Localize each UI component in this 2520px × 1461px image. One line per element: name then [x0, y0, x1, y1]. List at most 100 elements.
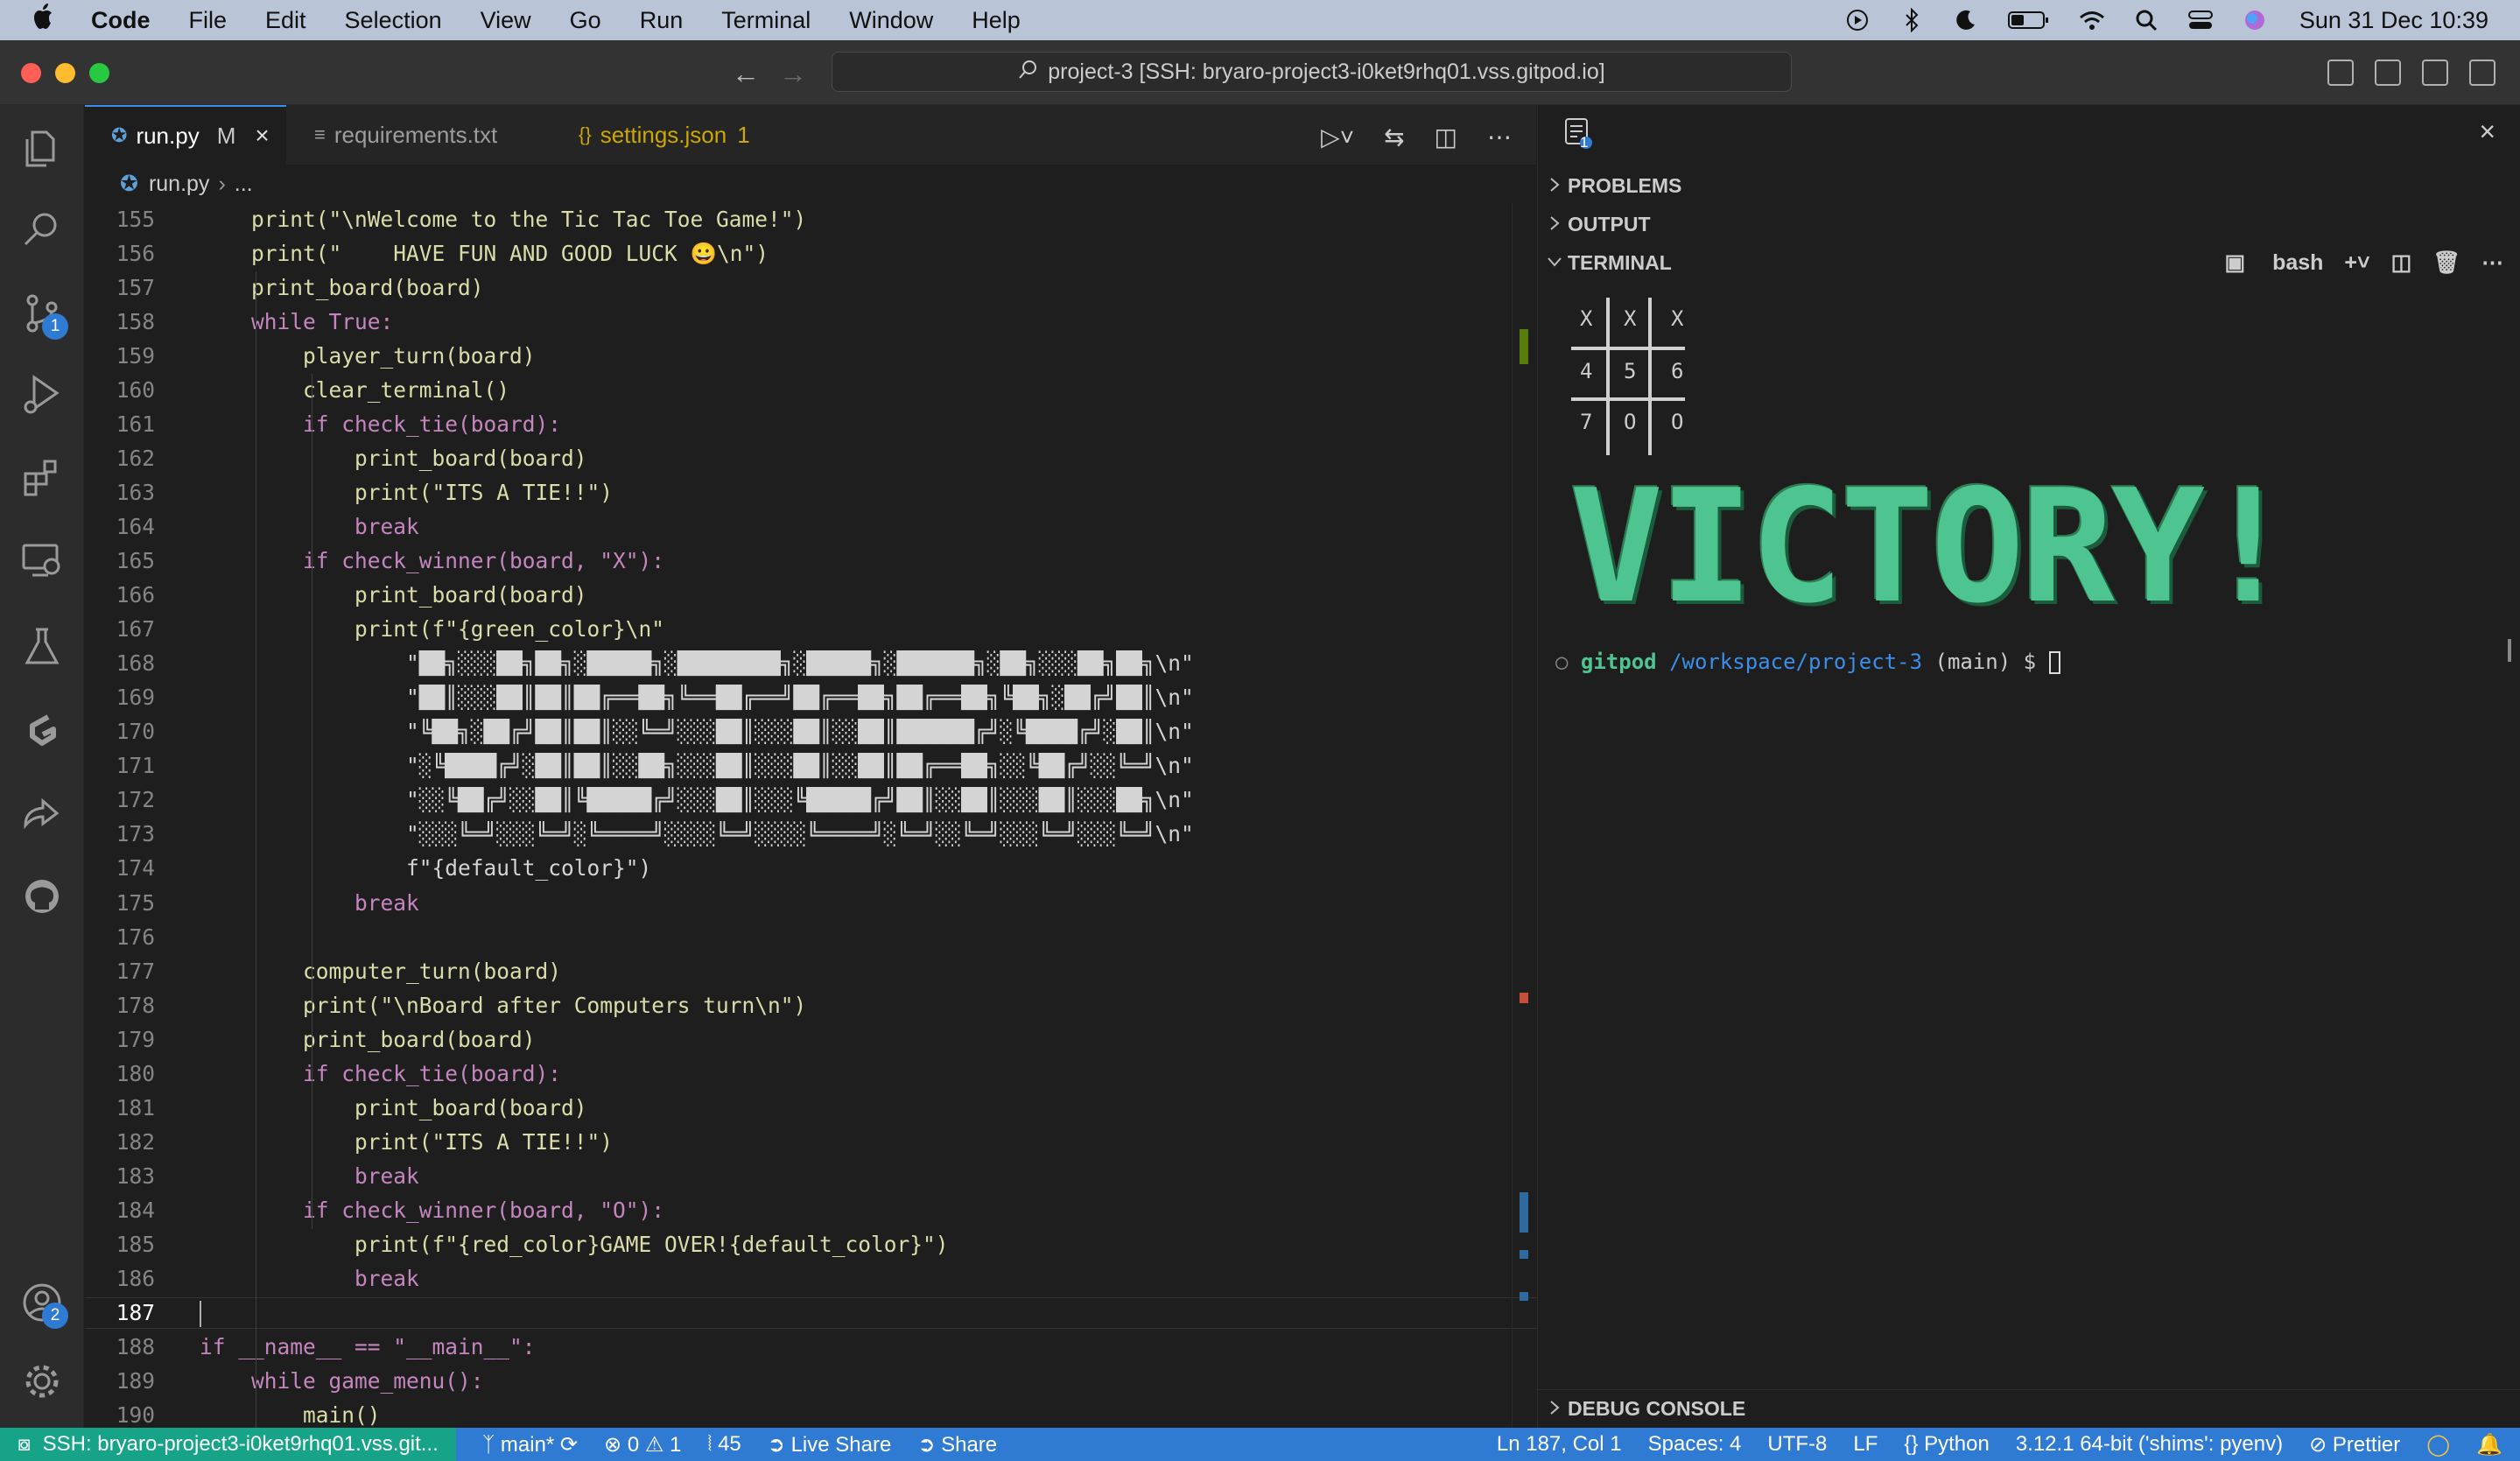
menu-selection[interactable]: Selection	[345, 7, 442, 34]
terminal-scrollbar[interactable]	[2508, 639, 2511, 662]
code-line[interactable]: 174 f"{default_color}")	[85, 853, 1538, 884]
code-line[interactable]: 186 break	[85, 1263, 1538, 1295]
menu-file[interactable]: File	[189, 7, 228, 34]
testing-flask-icon[interactable]	[18, 622, 67, 671]
sync-icon[interactable]: ⟳	[560, 1433, 578, 1457]
wifi-icon[interactable]	[2079, 8, 2105, 32]
open-changes-icon[interactable]: ⇆	[1384, 123, 1404, 151]
code-line[interactable]: 187	[85, 1296, 1538, 1329]
toggle-primary-sidebar-icon[interactable]	[2327, 60, 2354, 86]
code-line[interactable]: 158 while True:	[85, 306, 1538, 337]
bluetooth-icon[interactable]	[1899, 8, 1925, 32]
output-section-header[interactable]: OUTPUT	[1538, 205, 2520, 243]
remote-indicator[interactable]: ⧇ SSH: bryaro-project3-i0ket9rhq01.vss.g…	[0, 1428, 456, 1461]
close-tab-icon[interactable]: ×	[255, 122, 269, 150]
menu-view[interactable]: View	[481, 7, 531, 34]
code-line[interactable]: 160 clear_terminal()	[85, 374, 1538, 405]
breadcrumb-symbols[interactable]: ...	[235, 172, 253, 197]
code-line[interactable]: 184 if check_winner(board, "O"):	[85, 1194, 1538, 1226]
copilot-icon[interactable]: ◯	[2426, 1432, 2450, 1457]
end-of-line[interactable]: LF	[1853, 1432, 1878, 1457]
code-line[interactable]: 169 "██║░░░██║██║██╔══██╗╚══██╔══╝██╔══█…	[85, 682, 1538, 713]
command-center[interactable]: project-3 [SSH: bryaro-project3-i0ket9rh…	[832, 52, 1792, 92]
code-line[interactable]: 172 "░░╚██╔╝░░██║╚█████╔╝░░░██║░░░╚█████…	[85, 784, 1538, 816]
close-window-button[interactable]	[21, 63, 41, 83]
share-button[interactable]: ➲ Share	[917, 1432, 997, 1457]
code-line[interactable]: 182 print("ITS A TIE!!")	[85, 1126, 1538, 1157]
cursor-position[interactable]: Ln 187, Col 1	[1497, 1432, 1622, 1457]
code-line[interactable]: 165 if check_winner(board, "X"):	[85, 545, 1538, 577]
debug-console-section-header[interactable]: DEBUG CONSOLE	[1538, 1389, 2520, 1428]
extensions-icon[interactable]	[18, 453, 67, 502]
menu-edit[interactable]: Edit	[265, 7, 306, 34]
code-line[interactable]: 157 print_board(board)	[85, 271, 1538, 303]
problems-indicator[interactable]: ⊗ 0 ⚠ 1	[604, 1432, 681, 1457]
live-share-icon[interactable]	[18, 788, 67, 837]
tab-requirements-txt[interactable]: ≡ requirements.txt	[288, 105, 551, 165]
live-share-button[interactable]: ➲ Live Share	[768, 1432, 892, 1457]
code-line[interactable]: 162 print_board(board)	[85, 442, 1538, 474]
code-line[interactable]: 180 if check_tie(board):	[85, 1057, 1538, 1089]
terminal-shell-selector[interactable]: ▣ bash	[2203, 249, 2323, 276]
code-line[interactable]: 183 break	[85, 1160, 1538, 1191]
github-icon[interactable]	[18, 872, 67, 921]
code-line[interactable]: 156 print(" HAVE FUN AND GOOD LUCK 😀\n")	[85, 237, 1538, 269]
code-line[interactable]: 179 print_board(board)	[85, 1023, 1538, 1055]
ports-indicator[interactable]: ⦚ 45	[707, 1432, 741, 1457]
spotlight-search-icon[interactable]	[2133, 8, 2159, 32]
more-actions-icon[interactable]: ⋯	[2481, 249, 2503, 276]
code-line[interactable]: 155 print("\nWelcome to the Tic Tac Toe …	[85, 203, 1538, 235]
code-editor[interactable]: 155 print("\nWelcome to the Tic Tac Toe …	[85, 203, 1538, 1434]
code-line[interactable]: 185 print(f"{red_color}GAME OVER!{defaul…	[85, 1229, 1538, 1261]
apple-logo-icon[interactable]	[32, 3, 67, 38]
code-line[interactable]: 181 print_board(board)	[85, 1092, 1538, 1123]
code-line[interactable]: 190 main()	[85, 1400, 1538, 1431]
code-line[interactable]: 173 "░░░╚═╝░░░╚═╝░╚════╝░░░░╚═╝░░░░╚════…	[85, 818, 1538, 850]
tab-settings-json[interactable]: {} settings.json 1	[552, 105, 815, 165]
more-actions-icon[interactable]: ⋯	[1487, 123, 1512, 151]
control-center-icon[interactable]	[2187, 8, 2214, 32]
new-terminal-icon[interactable]: +˅	[2344, 250, 2369, 276]
code-line[interactable]: 178 print("\nBoard after Computers turn\…	[85, 989, 1538, 1021]
focus-moon-icon[interactable]	[1953, 8, 1979, 32]
minimize-window-button[interactable]	[55, 63, 75, 83]
run-python-file-icon[interactable]: ▷˅	[1321, 123, 1354, 151]
go-forward-icon[interactable]: →	[779, 58, 807, 90]
menu-terminal[interactable]: Terminal	[721, 7, 811, 34]
menu-run[interactable]: Run	[640, 7, 684, 34]
prettier-button[interactable]: ⊘ Prettier	[2309, 1432, 2400, 1457]
menu-go[interactable]: Go	[570, 7, 601, 34]
code-line[interactable]: 159 player_turn(board)	[85, 340, 1538, 371]
indentation[interactable]: Spaces: 4	[1648, 1432, 1742, 1457]
code-line[interactable]: 189 while game_menu():	[85, 1366, 1538, 1397]
encoding[interactable]: UTF-8	[1767, 1432, 1827, 1457]
terminal-section-header[interactable]: TERMINAL ▣ bash +˅ ◫ 🗑 ⋯	[1538, 243, 2520, 282]
close-panel-icon[interactable]: ×	[2479, 116, 2495, 148]
code-line[interactable]: 166 print_board(board)	[85, 579, 1538, 611]
toggle-panel-icon[interactable]	[2375, 60, 2401, 86]
remote-explorer-icon[interactable]	[18, 536, 67, 585]
zoom-window-button[interactable]	[89, 63, 109, 83]
code-line[interactable]: 168 "██╗░░░██╗██╗░█████╗░████████╗░█████…	[85, 648, 1538, 679]
toggle-secondary-sidebar-icon[interactable]	[2422, 60, 2448, 86]
problems-section-header[interactable]: PROBLEMS	[1538, 166, 2520, 205]
menu-help[interactable]: Help	[972, 7, 1021, 34]
code-line[interactable]: 161 if check_tie(board):	[85, 408, 1538, 439]
language-mode[interactable]: {} Python	[1904, 1432, 1989, 1457]
menu-window[interactable]: Window	[849, 7, 933, 34]
tab-run-py[interactable]: ✪ run.py M ×	[85, 105, 286, 165]
breadcrumb-file[interactable]: run.py	[149, 172, 209, 197]
code-line[interactable]: 188 if __name__ == "__main__":	[85, 1331, 1538, 1363]
gitpod-icon[interactable]	[18, 706, 67, 755]
code-line[interactable]: 164 break	[85, 510, 1538, 542]
run-and-debug-icon[interactable]	[18, 369, 67, 418]
menubar-clock[interactable]: Sun 31 Dec 10:39	[2299, 7, 2488, 34]
code-line[interactable]: 171 "░╚████╔╝░██║██║░░██╗░░░██║░░░██║░░█…	[85, 750, 1538, 782]
explorer-icon[interactable]	[18, 124, 67, 173]
siri-icon[interactable]	[2242, 8, 2268, 32]
python-interpreter[interactable]: 3.12.1 64-bit ('shims': pyenv)	[2016, 1432, 2283, 1457]
menu-app-name[interactable]: Code	[91, 7, 151, 34]
source-control-icon[interactable]: 1	[18, 289, 68, 340]
go-back-icon[interactable]: ←	[732, 58, 760, 90]
notifications-bell-icon[interactable]: 🔔	[2476, 1432, 2502, 1457]
